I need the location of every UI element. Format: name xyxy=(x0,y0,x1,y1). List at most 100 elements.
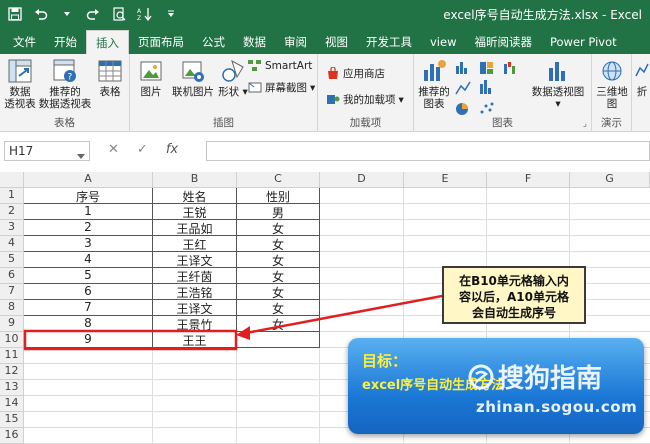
sparkline-button[interactable]: 折 xyxy=(634,58,650,98)
3d-map-button[interactable]: 三维地 图 xyxy=(594,58,630,110)
recommended-pivot-button[interactable]: ? 推荐的 数据透视表 xyxy=(38,58,92,110)
shapes-button[interactable]: 形状 ▾ xyxy=(218,58,248,98)
cell-c4[interactable]: 女 xyxy=(237,236,320,252)
smartart-button[interactable]: SmartArt xyxy=(248,60,312,72)
save-icon[interactable] xyxy=(4,3,26,25)
cell-b8[interactable]: 王译文 xyxy=(153,300,237,316)
name-box[interactable]: H17 xyxy=(4,141,90,161)
cell-c2[interactable]: 男 xyxy=(237,204,320,220)
row-header-11[interactable]: 11 xyxy=(0,348,24,364)
screenshot-button[interactable]: 屏幕截图 ▾ xyxy=(248,80,315,95)
pictures-button[interactable]: 图片 xyxy=(134,58,168,98)
row-header-1[interactable]: 1 xyxy=(0,188,24,204)
cell-c7[interactable]: 女 xyxy=(237,284,320,300)
cell-b3[interactable]: 王品如 xyxy=(153,220,237,236)
column-header-e[interactable]: E xyxy=(404,172,487,188)
cell-b10[interactable]: 王王 xyxy=(153,332,237,348)
cell-b6[interactable]: 王纤茵 xyxy=(153,268,237,284)
cell-c6[interactable]: 女 xyxy=(237,268,320,284)
cell-a10[interactable]: 9 xyxy=(24,332,153,348)
tab-file[interactable]: 文件 xyxy=(4,30,45,54)
tab-data[interactable]: 数据 xyxy=(234,30,275,54)
column-header-d[interactable]: D xyxy=(320,172,404,188)
row-header-12[interactable]: 12 xyxy=(0,364,24,380)
print-preview-icon[interactable] xyxy=(108,3,130,25)
cell-a2[interactable]: 1 xyxy=(24,204,153,220)
tab-view[interactable]: 视图 xyxy=(316,30,357,54)
redo-icon[interactable] xyxy=(82,3,104,25)
row-header-16[interactable]: 16 xyxy=(0,428,24,444)
cell-a7[interactable]: 6 xyxy=(24,284,153,300)
row-header-4[interactable]: 4 xyxy=(0,236,24,252)
recommended-charts-button[interactable]: 推荐的 图表 xyxy=(418,58,450,110)
row-header-10[interactable]: 10 xyxy=(0,332,24,348)
column-header-c[interactable]: C xyxy=(237,172,320,188)
undo-dropdown-icon[interactable] xyxy=(56,3,78,25)
cancel-icon[interactable]: ✕ xyxy=(108,142,119,157)
cell-a4[interactable]: 3 xyxy=(24,236,153,252)
tab-formulas[interactable]: 公式 xyxy=(193,30,234,54)
row-header-14[interactable]: 14 xyxy=(0,396,24,412)
chart-type-gallery[interactable] xyxy=(454,60,526,118)
cell-b9[interactable]: 王景竹 xyxy=(153,316,237,332)
pivot-chart-button[interactable]: 数据透视图 ▾ xyxy=(530,58,586,110)
cell-b5[interactable]: 王译文 xyxy=(153,252,237,268)
cell-c8[interactable]: 女 xyxy=(237,300,320,316)
row-header-13[interactable]: 13 xyxy=(0,380,24,396)
window-title: excel序号自动生成方法.xlsx - Excel xyxy=(443,8,642,22)
cell-a3[interactable]: 2 xyxy=(24,220,153,236)
sort-ascending-icon[interactable]: AZ xyxy=(134,3,156,25)
column-header-a[interactable]: A xyxy=(24,172,153,188)
row-header-15[interactable]: 15 xyxy=(0,412,24,428)
cell-b2[interactable]: 王锐 xyxy=(153,204,237,220)
customize-qat-icon[interactable] xyxy=(160,3,182,25)
screenshot-icon xyxy=(248,82,262,92)
row-header-5[interactable]: 5 xyxy=(0,252,24,268)
cell-a9[interactable]: 8 xyxy=(24,316,153,332)
confirm-icon[interactable]: ✓ xyxy=(137,142,148,157)
my-addins-button[interactable]: 我的加载项 ▾ xyxy=(326,92,404,107)
row-header-6[interactable]: 6 xyxy=(0,268,24,284)
charts-dialog-launcher-icon[interactable]: ⌟ xyxy=(583,119,587,129)
column-header-b[interactable]: B xyxy=(153,172,237,188)
store-button[interactable]: 应用商店 xyxy=(326,66,385,81)
tab-power-pivot[interactable]: Power Pivot xyxy=(541,30,626,54)
tab-home[interactable]: 开始 xyxy=(45,30,86,54)
column-header-g[interactable]: G xyxy=(570,172,650,188)
online-pictures-button[interactable]: 联机图片 xyxy=(168,58,218,98)
row-header-3[interactable]: 3 xyxy=(0,220,24,236)
tab-insert[interactable]: 插入 xyxy=(86,30,129,54)
row-header-2[interactable]: 2 xyxy=(0,204,24,220)
name-box-dropdown-icon[interactable] xyxy=(77,148,85,162)
row-header-8[interactable]: 8 xyxy=(0,300,24,316)
pivot-table-button[interactable]: 数据 透视表 xyxy=(2,58,38,110)
row-header-7[interactable]: 7 xyxy=(0,284,24,300)
insert-function-icon[interactable]: fx xyxy=(166,142,178,157)
recommended-charts-label-2: 图表 xyxy=(423,98,445,110)
cell-c9[interactable]: 女 xyxy=(237,316,320,332)
recommended-pivot-icon: ? xyxy=(53,59,76,83)
cell-a6[interactable]: 5 xyxy=(24,268,153,284)
undo-icon[interactable] xyxy=(30,3,52,25)
cell-b1[interactable]: 姓名 xyxy=(153,188,237,204)
cell-c10[interactable] xyxy=(237,332,320,348)
my-addins-icon xyxy=(327,95,340,104)
tab-developer[interactable]: 开发工具 xyxy=(357,30,421,54)
cell-b4[interactable]: 王红 xyxy=(153,236,237,252)
column-header-f[interactable]: F xyxy=(487,172,570,188)
cell-c5[interactable]: 女 xyxy=(237,252,320,268)
table-button[interactable]: 表格 xyxy=(94,58,126,98)
cell-b7[interactable]: 王浩铭 xyxy=(153,284,237,300)
cell-c3[interactable]: 女 xyxy=(237,220,320,236)
cell-a1[interactable]: 序号 xyxy=(24,188,153,204)
tab-page-layout[interactable]: 页面布局 xyxy=(129,30,193,54)
cell-a5[interactable]: 4 xyxy=(24,252,153,268)
tab-view-addin[interactable]: view xyxy=(421,30,465,54)
row-header-9[interactable]: 9 xyxy=(0,316,24,332)
tab-foxit-reader[interactable]: 福昕阅读器 xyxy=(465,30,541,54)
select-all-corner[interactable] xyxy=(0,172,24,188)
tab-review[interactable]: 审阅 xyxy=(275,30,316,54)
cell-a8[interactable]: 7 xyxy=(24,300,153,316)
formula-input[interactable] xyxy=(206,141,650,161)
cell-c1[interactable]: 性别 xyxy=(237,188,320,204)
